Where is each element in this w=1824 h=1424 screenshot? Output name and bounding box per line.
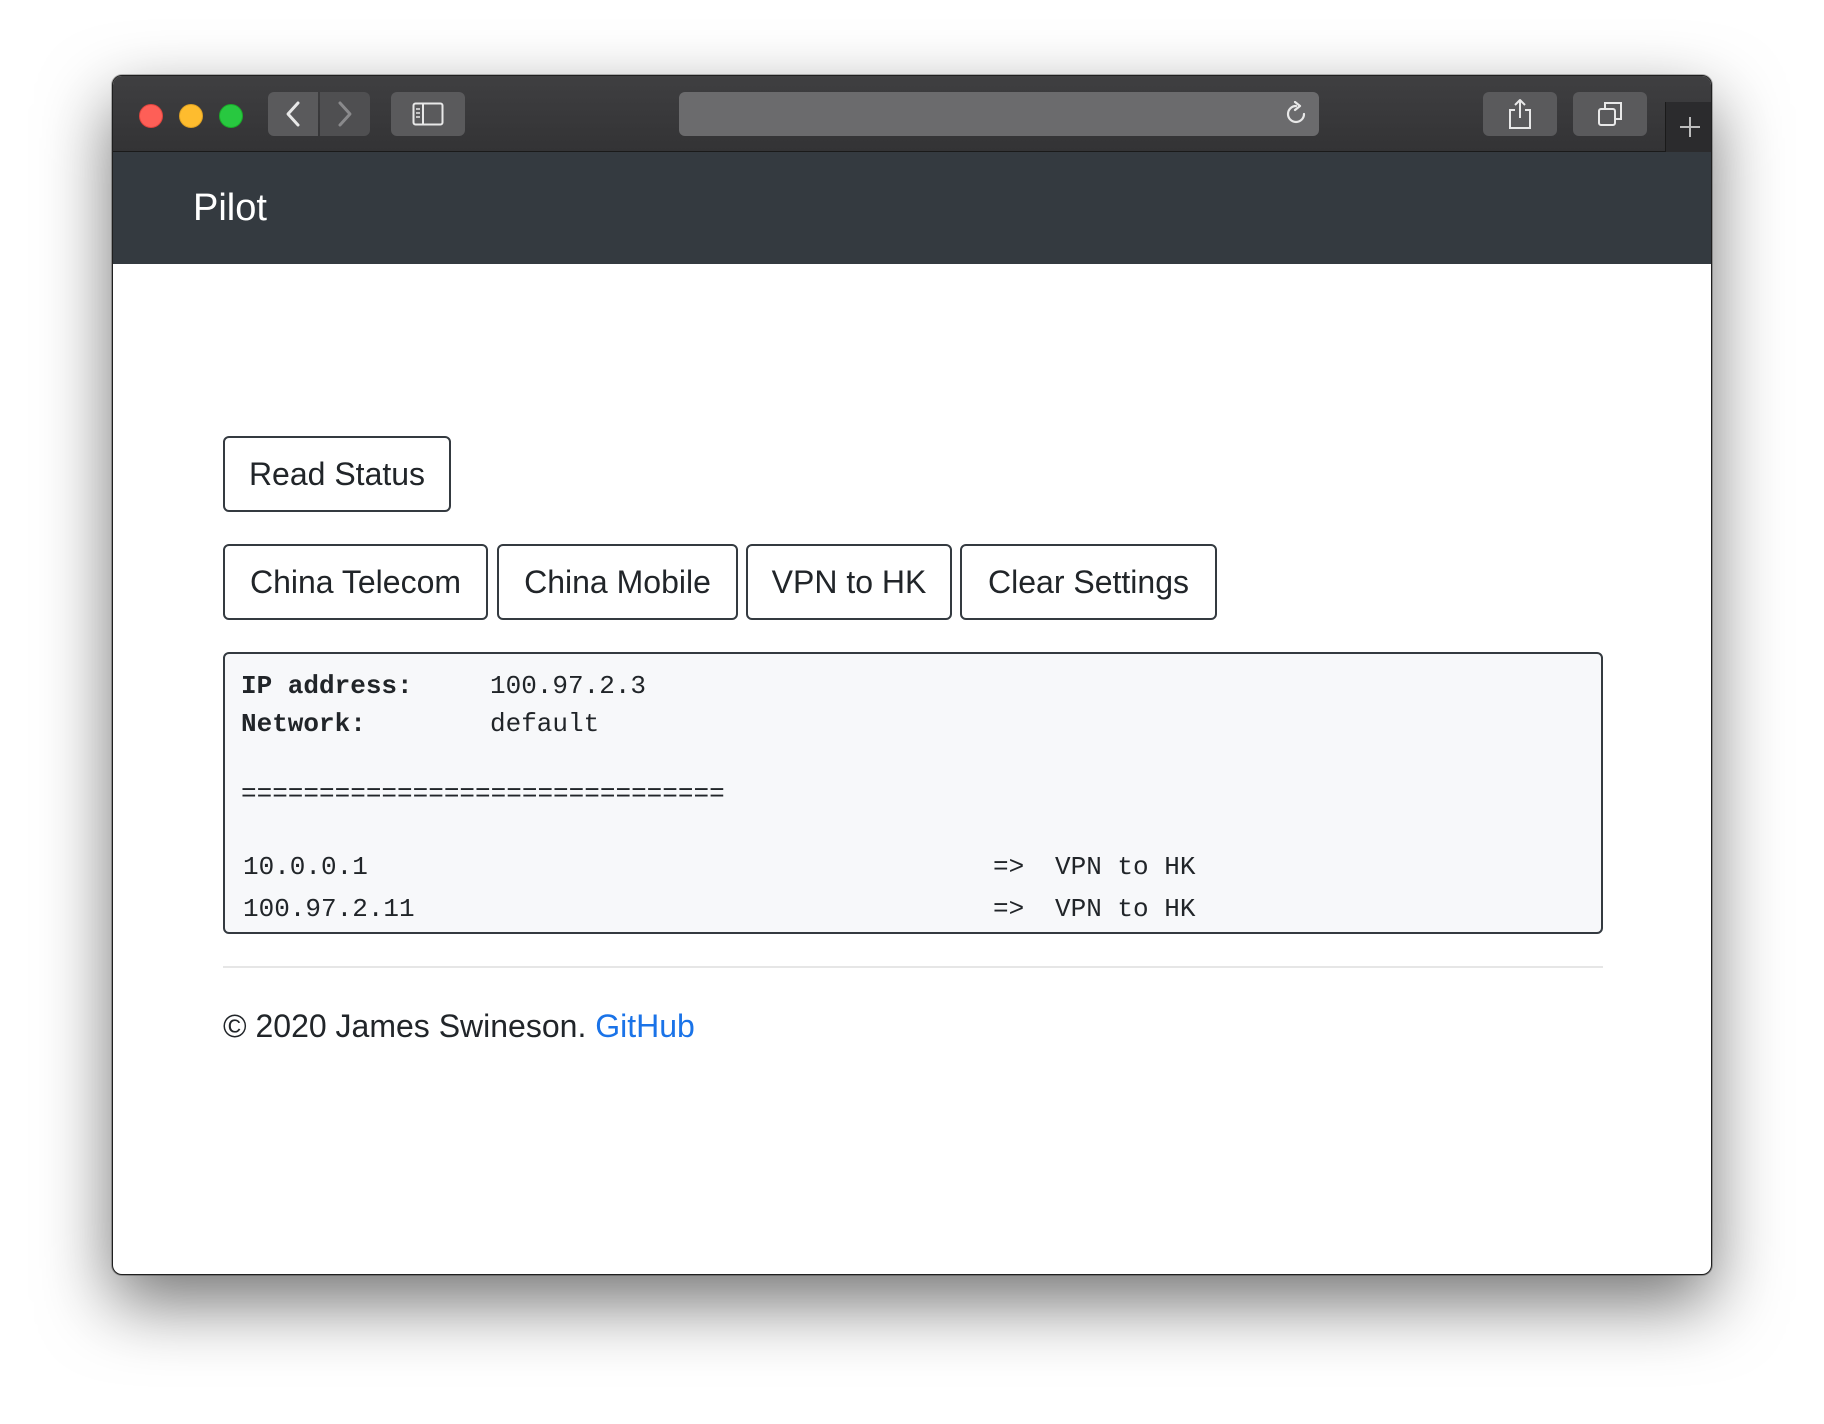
sidebar-toggle-button[interactable] [391,92,465,136]
share-icon [1509,99,1531,129]
route-ip: 100.97.2.11 [243,894,415,924]
zoom-window-button[interactable] [219,104,243,128]
sidebar-icon [412,102,444,126]
address-bar[interactable] [679,92,1319,136]
browser-window: Pilot Read Status China Telecom China Mo… [112,75,1712,1275]
route-ip: 10.0.0.1 [243,852,368,882]
minimize-window-button[interactable] [179,104,203,128]
read-status-button[interactable]: Read Status [223,436,451,512]
close-window-button[interactable] [139,104,163,128]
plus-icon [1679,117,1700,137]
china-telecom-button[interactable]: China Telecom [223,544,488,620]
clear-settings-button[interactable]: Clear Settings [960,544,1217,620]
tab-overview-button[interactable] [1573,92,1647,136]
reload-icon[interactable] [1283,101,1309,127]
status-output: IP address: 100.97.2.3 Network: default … [223,652,1603,934]
china-mobile-button[interactable]: China Mobile [497,544,738,620]
network-value: default [490,709,600,739]
github-link[interactable]: GitHub [595,1008,695,1044]
network-label: Network: [241,709,366,739]
browser-toolbar [113,76,1711,152]
share-button[interactable] [1483,92,1557,136]
footer-divider [223,966,1603,968]
vpn-to-hk-button[interactable]: VPN to HK [746,544,952,620]
forward-button[interactable] [320,92,370,136]
route-target: VPN to HK [1055,852,1196,882]
ip-address-value: 100.97.2.3 [490,671,647,701]
route-arrow: => [993,894,1025,924]
route-target: VPN to HK [1055,894,1196,924]
back-button[interactable] [268,92,318,136]
brand-title[interactable]: Pilot [193,184,267,232]
new-tab-button[interactable] [1665,102,1711,152]
footer: © 2020 James Swineson. GitHub [223,1004,695,1048]
app-navbar: Pilot [113,152,1711,264]
tabs-overview-icon [1598,102,1622,126]
ip-address-label: IP address: [241,671,413,701]
chevron-right-icon [338,101,352,127]
route-row: 100.97.2.11 => VPN to HK [243,890,1583,928]
route-arrow: => [993,852,1025,882]
chevron-left-icon [286,101,300,127]
route-row: 10.0.0.1 => VPN to HK [243,848,1583,886]
copyright-text: © 2020 James Swineson. [223,1008,596,1044]
separator-text: =============================== [241,779,725,809]
